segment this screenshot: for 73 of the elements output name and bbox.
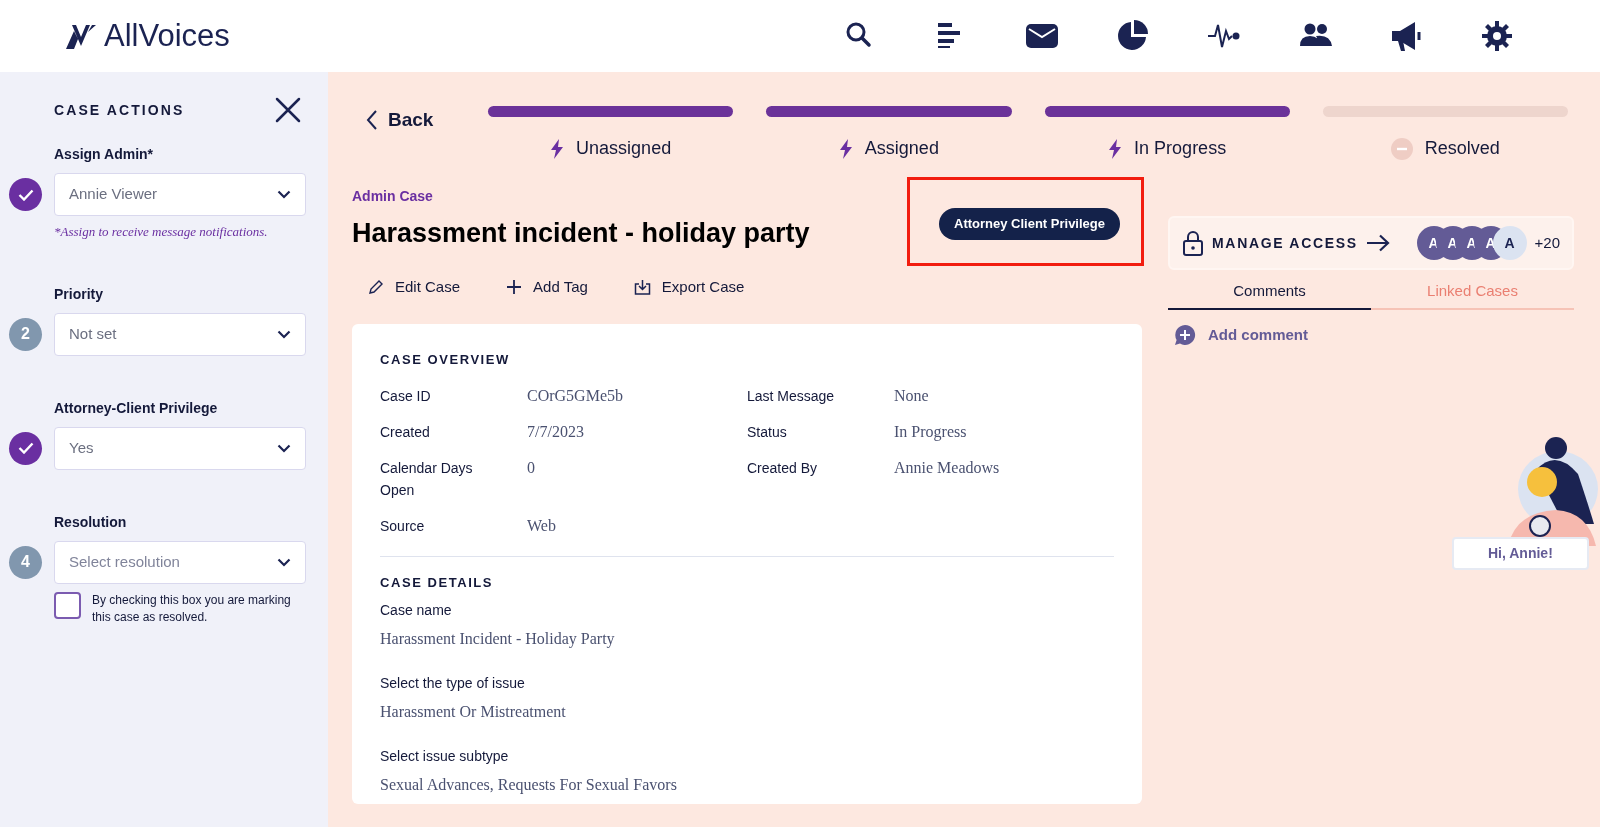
action-button[interactable]: Edit Case [368, 275, 461, 298]
field-value: COrG5GMe5b [527, 385, 624, 406]
field-value: Web [527, 515, 557, 536]
field-value: Sexual Advances, Requests For Sexual Favors [380, 775, 678, 796]
field-value: Harassment Or Mistreatment [380, 702, 567, 722]
field-label: Resolution [54, 512, 128, 532]
chevron-down-icon [277, 557, 291, 567]
field-value: 7/7/2023 [527, 421, 585, 442]
download-icon [633, 278, 651, 295]
dropdown[interactable]: Yes [54, 426, 306, 470]
step-label: In Progress [1134, 137, 1227, 160]
member-count: +20 [1534, 232, 1560, 253]
action-button[interactable]: Add Tag [506, 275, 588, 298]
field-label: Assign Admin* [54, 145, 155, 164]
step-label: Assigned [864, 137, 939, 160]
field-value: None [894, 385, 930, 406]
field-label: Created By [747, 458, 819, 478]
action-button[interactable]: Export Case [633, 275, 745, 298]
field-value: 0 [527, 457, 536, 478]
add-comment-button[interactable]: Add comment [1174, 323, 1308, 346]
privilege-badge: Attorney Client Privilege [939, 208, 1120, 240]
section-heading: CASE DETAILS [380, 573, 495, 592]
checkbox-label: By checking this box you are marking this case as resolved. [92, 591, 292, 626]
section-heading: CASE OVERVIEW [380, 351, 511, 369]
step-label: Resolved [1424, 137, 1500, 160]
minus-circle-icon [1390, 137, 1413, 160]
field-label: Last Message [747, 386, 836, 406]
dropdown[interactable]: Annie Viewer [54, 173, 306, 216]
settings-icon[interactable] [1480, 19, 1514, 53]
arrow-right-icon [1365, 234, 1390, 252]
chevron-down-icon [277, 190, 291, 199]
field-label: Created [380, 422, 431, 442]
greeting-bubble: Hi, Annie! [1452, 537, 1589, 570]
pie-chart-icon[interactable] [1116, 19, 1150, 53]
field-label: Case name [380, 601, 453, 620]
tab[interactable]: Comments [1168, 280, 1371, 310]
checkbox[interactable] [54, 591, 81, 619]
case-type-label: Admin Case [352, 187, 434, 206]
field-label: Status [747, 422, 788, 442]
manage-access-link[interactable]: MANAGE ACCESS [1212, 232, 1390, 254]
lock-icon [1182, 230, 1204, 256]
field-label: Select issue subtype [380, 747, 510, 766]
field-label: Case ID [380, 386, 432, 406]
plus-icon [506, 278, 523, 295]
lightning-icon [1108, 138, 1123, 159]
case-title: Harassment incident - holiday party [352, 217, 810, 250]
step-label: Unassigned [576, 137, 672, 160]
field-value: In Progress [894, 421, 968, 443]
sidebar-title: CASE ACTIONS [54, 100, 185, 120]
step-number: 4 [9, 545, 42, 579]
field-label: Calendar Days Open [380, 458, 474, 500]
field-value: Harassment Incident - Holiday Party [380, 629, 616, 650]
dropdown[interactable]: Select resolution [54, 540, 306, 584]
logo-mark-icon [64, 22, 98, 50]
pencil-icon [368, 278, 384, 295]
field-label: Source [380, 516, 426, 536]
back-button[interactable]: Back [366, 106, 488, 135]
megaphone-icon[interactable] [1389, 19, 1423, 53]
dropdown[interactable]: Not set [54, 312, 306, 356]
logo-text: AllVoices [104, 16, 230, 55]
close-button[interactable] [274, 96, 302, 124]
chevron-left-icon [366, 109, 378, 132]
add-comment-icon [1174, 323, 1196, 346]
lightning-icon [550, 138, 565, 159]
lightning-icon [838, 138, 853, 159]
field-label: Attorney-Client Privilege [54, 398, 219, 418]
hint-text: *Assign to receive message notifications. [54, 223, 269, 241]
chevron-down-icon [277, 329, 291, 339]
field-label: Select the type of issue [380, 674, 526, 693]
field-label: Priority [54, 284, 104, 304]
step-number: 2 [9, 317, 42, 351]
field-value: Annie Meadows [894, 457, 1001, 478]
chevron-down-icon [277, 443, 291, 453]
